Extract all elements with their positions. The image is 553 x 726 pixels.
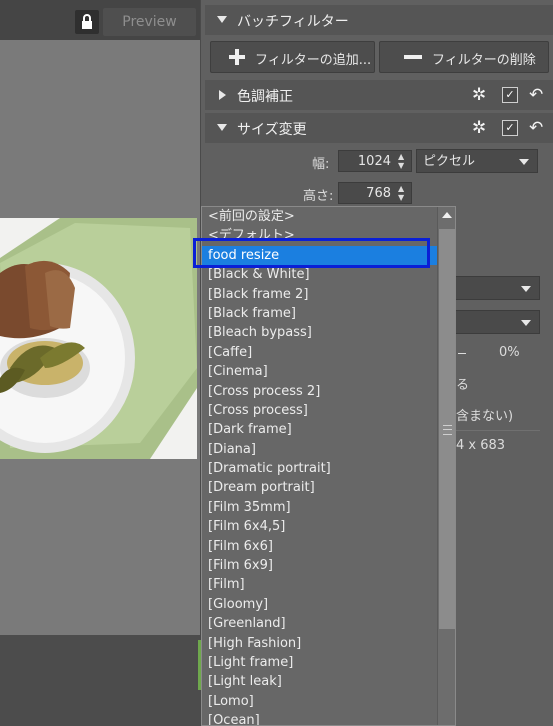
dropdown-item[interactable]: [Bleach bypass]	[207, 323, 439, 342]
grip-icon	[443, 425, 452, 435]
section-resize[interactable]: サイズ変更 ✲ ✓ ↶	[205, 113, 553, 143]
dropdown-item[interactable]: [Black & White]	[207, 265, 439, 284]
section-color-correction[interactable]: 色調補正 ✲ ✓ ↶	[205, 80, 553, 110]
partial-option-text-2: 含まない)	[456, 409, 514, 424]
dropdown-item[interactable]: [Film 35mm]	[207, 498, 439, 517]
dropdown-item[interactable]: [Cinema]	[207, 362, 439, 381]
dropdown-item[interactable]: [Dream portrait]	[207, 478, 439, 497]
remove-filter-label: フィルターの削除	[432, 53, 536, 68]
chevron-down-icon	[521, 286, 531, 292]
add-filter-label: フィルターの追加...	[255, 53, 372, 68]
preview-photo	[0, 218, 197, 459]
slider-track[interactable]	[458, 353, 466, 354]
enable-checkbox[interactable]: ✓	[502, 87, 518, 103]
dropdown-item[interactable]: [Greenland]	[207, 614, 439, 633]
dropdown-item[interactable]: [Ocean]	[207, 711, 439, 725]
dropdown-item[interactable]: [Black frame 2]	[207, 285, 439, 304]
dropdown-item[interactable]: [High Fashion]	[207, 634, 439, 653]
section-title: サイズ変更	[237, 122, 307, 138]
height-label: 高さ:	[303, 189, 334, 204]
gear-icon[interactable]: ✲	[472, 86, 486, 104]
dropdown-item[interactable]: [Dark frame]	[207, 420, 439, 439]
width-spinner-icon[interactable]: ▲ ▼	[398, 152, 404, 170]
dropdown-scrollbar[interactable]	[437, 207, 455, 725]
dropdown-item[interactable]: [Gloomy]	[207, 595, 439, 614]
dropdown-item[interactable]: <前回の設定>	[207, 207, 439, 226]
batch-filter-title: バッチフィルター	[237, 14, 349, 30]
collapse-icon	[217, 16, 227, 23]
dropdown-item[interactable]: [Diana]	[207, 440, 439, 459]
section-title: 色調補正	[237, 89, 293, 105]
collapse-icon	[217, 124, 227, 131]
dropdown-item[interactable]: [Dramatic portrait]	[207, 459, 439, 478]
scroll-up-icon[interactable]	[442, 212, 452, 218]
unit-select-value: ピクセル	[423, 154, 476, 169]
batch-filter-header[interactable]: バッチフィルター	[205, 5, 553, 35]
preview-button[interactable]: Preview	[103, 8, 196, 36]
dropdown-item[interactable]: [Lomo]	[207, 692, 439, 711]
reset-icon[interactable]: ↶	[529, 119, 543, 137]
dropdown-item[interactable]: [Film 6x9]	[207, 556, 439, 575]
lock-icon[interactable]	[75, 10, 99, 34]
unit-select[interactable]: ピクセル	[416, 149, 538, 173]
enable-checkbox[interactable]: ✓	[502, 120, 518, 136]
partial-option-text: る	[456, 378, 470, 393]
dropdown-item[interactable]: [Light leak]	[207, 672, 439, 691]
reset-icon[interactable]: ↶	[529, 86, 543, 104]
percent-value: 0%	[499, 345, 520, 360]
dropdown-item[interactable]: [Film]	[207, 575, 439, 594]
selection-highlight-box	[193, 238, 430, 268]
scroll-thumb[interactable]	[439, 229, 455, 629]
add-filter-button[interactable]: フィルターの追加...	[210, 41, 375, 73]
expand-icon	[219, 90, 226, 100]
dropdown-item[interactable]: [Cross process 2]	[207, 382, 439, 401]
gear-icon[interactable]: ✲	[472, 119, 486, 137]
plus-icon	[229, 49, 245, 65]
remove-filter-button[interactable]: フィルターの削除	[379, 41, 549, 73]
preset-list: <前回の設定> <デフォルト> food resize [Black & White]…	[202, 207, 440, 725]
filmstrip-area	[0, 635, 200, 726]
dropdown-item[interactable]: [Film 6x4,5]	[207, 517, 439, 536]
dropdown-item[interactable]: [Caffe]	[207, 343, 439, 362]
dropdown-item[interactable]: [Cross process]	[207, 401, 439, 420]
result-size-text: 4 x 683	[456, 438, 506, 453]
chevron-down-icon	[519, 159, 529, 165]
width-label: 幅:	[312, 157, 330, 172]
preset-dropdown[interactable]: <前回の設定> <デフォルト> food resize [Black & White]…	[201, 206, 456, 726]
chevron-down-icon	[521, 320, 531, 326]
height-spinner-icon[interactable]: ▲ ▼	[398, 184, 404, 202]
divider	[456, 430, 540, 431]
minus-icon	[404, 55, 422, 59]
dropdown-item[interactable]: [Light frame]	[207, 653, 439, 672]
dropdown-item[interactable]: [Film 6x6]	[207, 537, 439, 556]
dropdown-item[interactable]: [Black frame]	[207, 304, 439, 323]
